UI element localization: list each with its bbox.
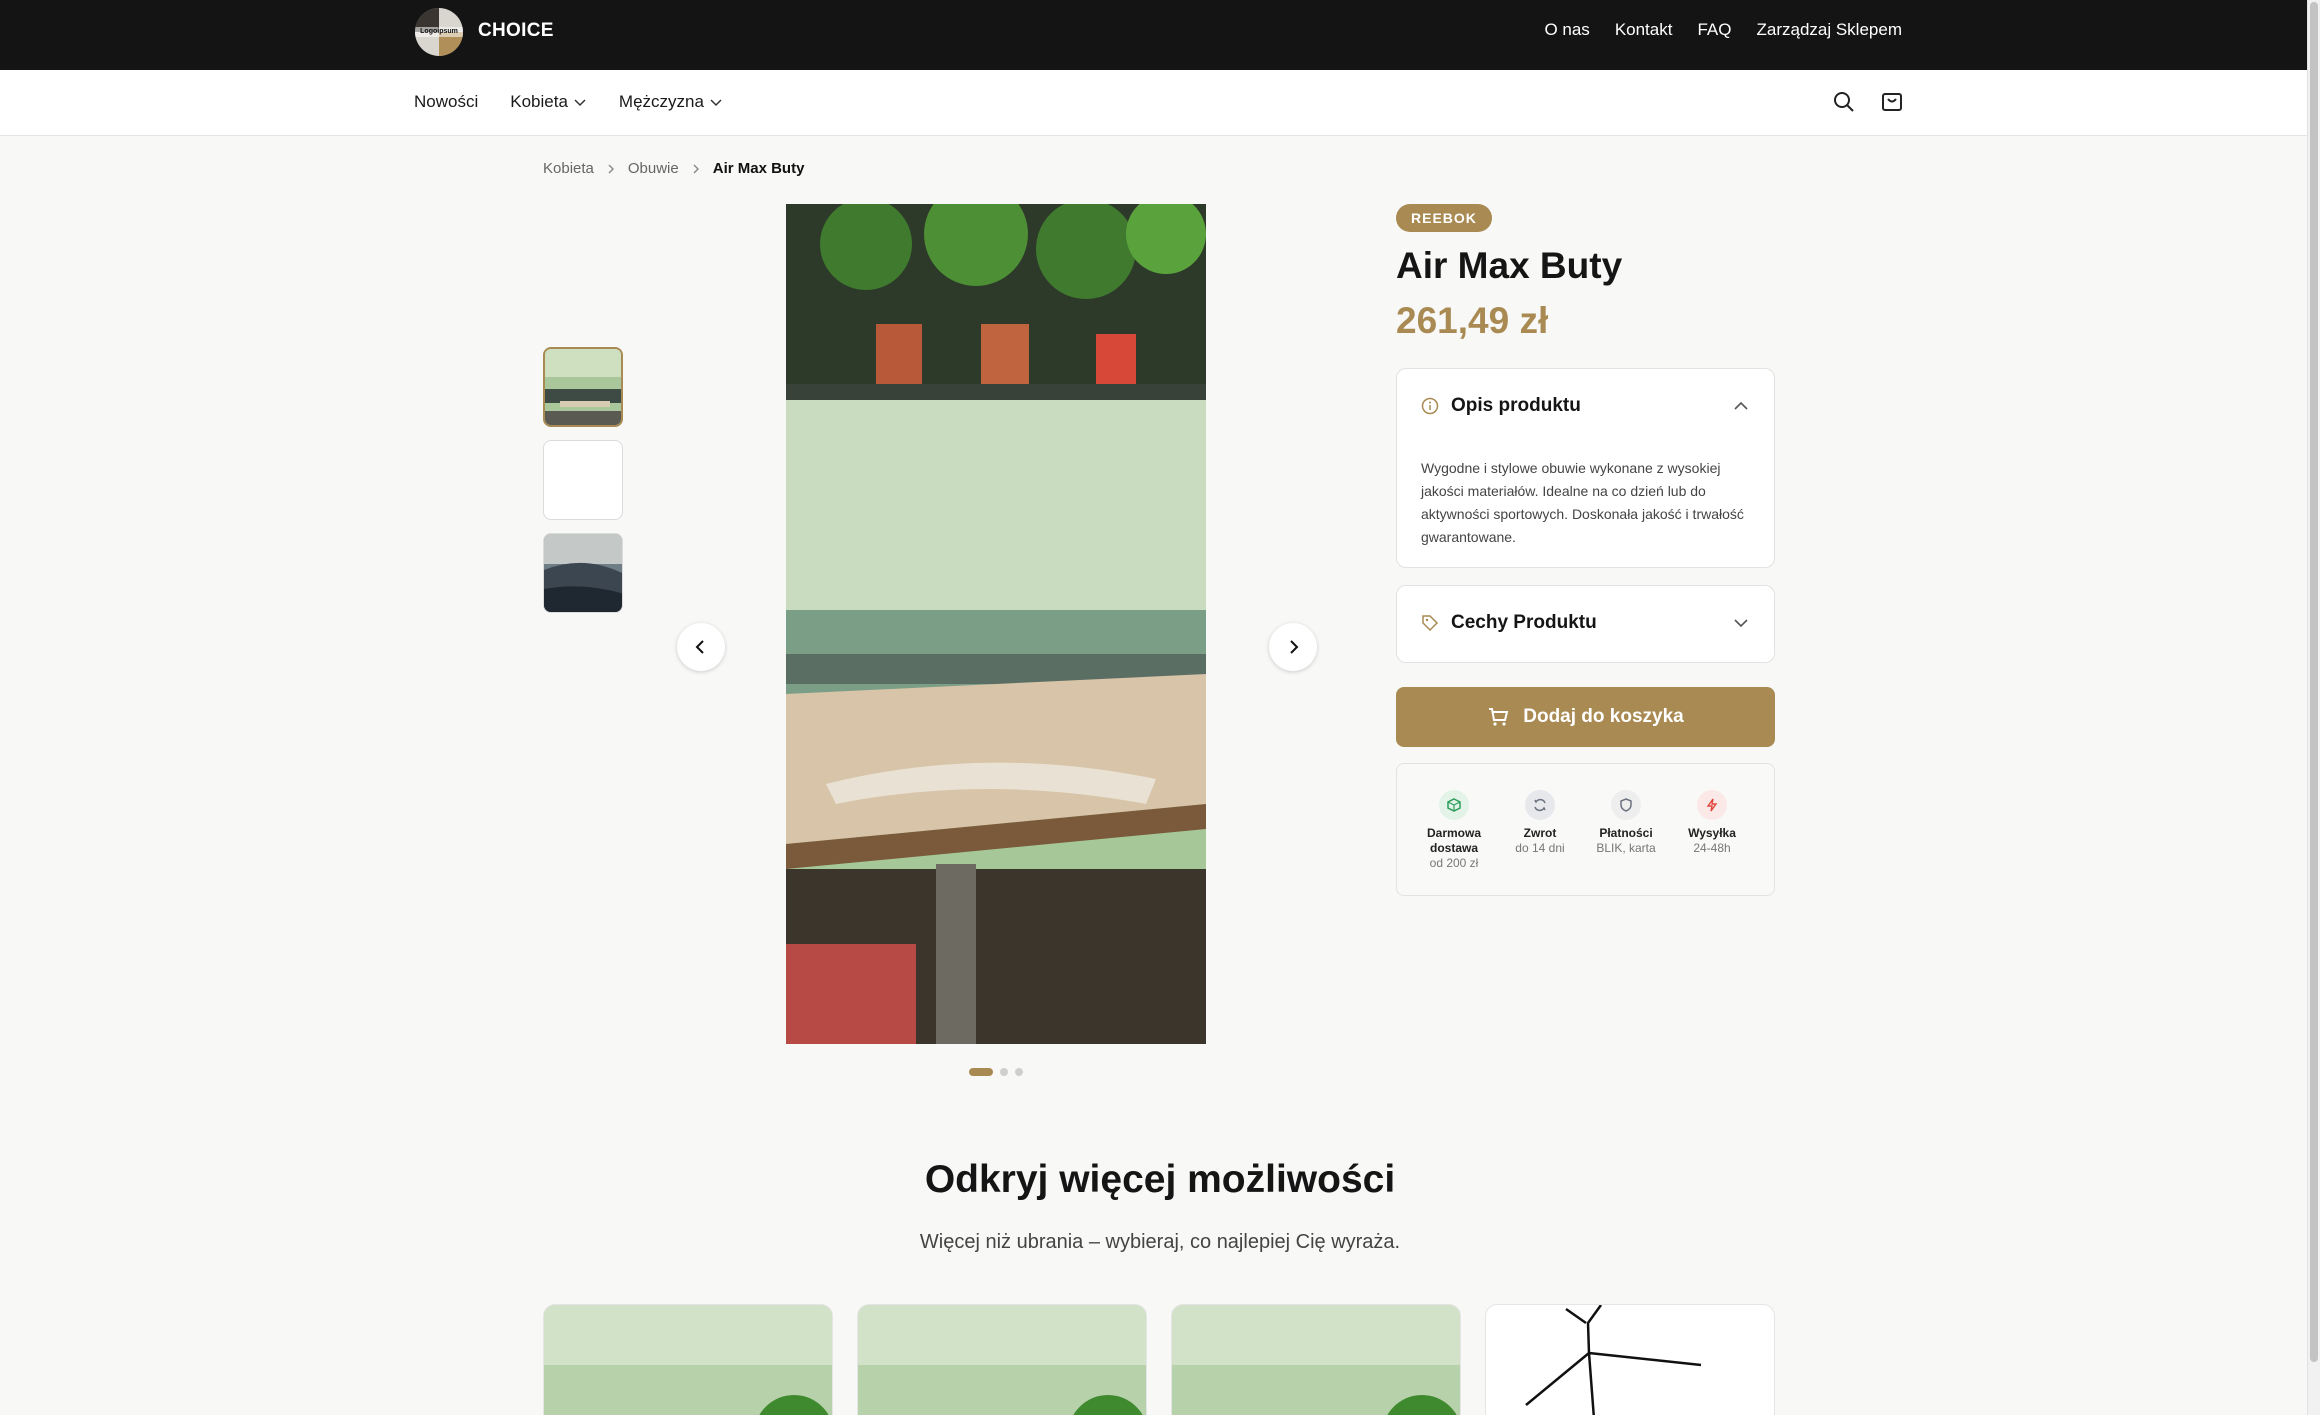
benefit-payments: Płatności BLIK, karta [1583,790,1669,856]
bag-icon[interactable] [1880,90,1904,114]
chevron-down-icon [574,99,586,107]
benefit-subtitle: BLIK, karta [1596,841,1656,855]
features-title: Cechy Produktu [1451,612,1597,633]
benefit-free-delivery: Darmowa dostawa od 200 zł [1411,790,1497,871]
benefit-title: Wysyłka [1688,826,1736,840]
link-contact[interactable]: Kontakt [1615,20,1673,40]
chevron-down-icon [710,99,722,107]
benefit-returns: Zwrot do 14 dni [1497,790,1583,856]
breadcrumb: Kobieta Obuwie Air Max Buty [543,160,804,177]
chevron-right-icon [1290,640,1299,654]
gallery-dot-2[interactable] [1000,1068,1008,1076]
description-title: Opis produktu [1451,395,1581,416]
logo-text: Logoipsum [415,27,463,37]
brand-logo[interactable]: Logoipsum [415,8,463,56]
brand-badge: REEBOK [1396,204,1492,232]
chevron-down-icon[interactable] [1732,614,1750,632]
cart-icon [1489,708,1509,726]
category-tile[interactable] [1485,1304,1775,1415]
nav-item-label: Nowości [414,92,479,111]
info-icon [1421,397,1439,415]
add-to-cart-label: Dodaj do koszyka [1523,706,1684,727]
brand-name[interactable]: CHOICE [478,20,554,42]
section-subtitle: Więcej niż ubrania – wybieraj, co najlep… [919,1231,1401,1253]
chevron-right-icon [608,164,614,173]
thumbnail-3[interactable] [543,533,623,613]
gallery-dot-3[interactable] [1015,1068,1023,1076]
nav-item-label: Kobieta [510,92,568,111]
tag-icon [1422,615,1439,632]
thumbnail-1[interactable] [543,347,623,427]
benefit-title: Zwrot [1523,826,1557,840]
description-text: Wygodne i stylowe obuwie wykonane z wyso… [1421,460,1744,545]
link-faq[interactable]: FAQ [1697,20,1731,40]
prev-image-button[interactable] [677,623,725,671]
chevron-right-icon [693,164,699,173]
category-tile[interactable] [857,1304,1147,1415]
bolt-icon [1697,790,1727,820]
nav-item-men[interactable]: Mężczyzna [619,92,723,112]
thumbnail-2[interactable] [543,440,623,520]
gallery-dot-1[interactable] [969,1068,993,1076]
nav-item-new[interactable]: Nowości [414,92,478,112]
link-manage-store[interactable]: Zarządzaj Sklepem [1756,20,1902,40]
benefit-title: Płatności [1599,826,1653,840]
gallery-thumbnails [543,347,623,613]
features-accordion-header[interactable]: Cechy Produktu [1421,612,1597,634]
benefits-panel: Darmowa dostawa od 200 zł Zwrot do 14 dn… [1396,763,1775,896]
section-title: Odkryj więcej możliwości [924,1158,1396,1201]
breadcrumb-women[interactable]: Kobieta [543,160,594,177]
nav-item-women[interactable]: Kobieta [510,92,587,112]
breadcrumb-shoes[interactable]: Obuwie [628,160,679,177]
product-price: 261,49 zł [1396,300,1549,341]
benefit-subtitle: od 200 zł [1429,856,1479,870]
gallery-dots [969,1068,1023,1076]
box-icon [1439,790,1469,820]
category-tile[interactable] [1171,1304,1461,1415]
features-accordion: Cechy Produktu [1396,585,1775,663]
benefit-title: Darmowa dostawa [1426,826,1482,855]
breadcrumb-current: Air Max Buty [712,160,805,177]
add-to-cart-button[interactable]: Dodaj do koszyka [1396,687,1775,747]
top-bar: Logoipsum CHOICE O nas Kontakt FAQ Zarzą… [0,0,2320,70]
product-title: Air Max Buty [1396,245,1623,286]
benefit-shipping: Wysyłka 24-48h [1669,790,1755,856]
description-accordion: Opis produktu Wygodne i stylowe obuwie w… [1396,368,1775,568]
chevron-left-icon [695,640,704,654]
next-image-button[interactable] [1269,623,1317,671]
category-tile[interactable] [543,1304,833,1415]
search-icon[interactable] [1832,90,1856,114]
top-links: O nas Kontakt FAQ Zarządzaj Sklepem [1544,20,1902,40]
benefit-subtitle: 24-48h [1693,841,1731,855]
benefit-subtitle: do 14 dni [1515,841,1565,855]
scrollbar-thumb[interactable] [2310,2,2318,1362]
main-image-area [677,204,1333,1044]
chevron-up-icon[interactable] [1732,397,1750,415]
refresh-icon [1525,790,1555,820]
shield-icon [1611,790,1641,820]
nav-item-label: Mężczyzna [618,92,704,111]
product-image [786,204,1206,1044]
link-about[interactable]: O nas [1544,20,1589,40]
main-nav: Nowości Kobieta Mężczyzna [0,70,2320,136]
description-accordion-header[interactable]: Opis produktu [1421,395,1581,417]
